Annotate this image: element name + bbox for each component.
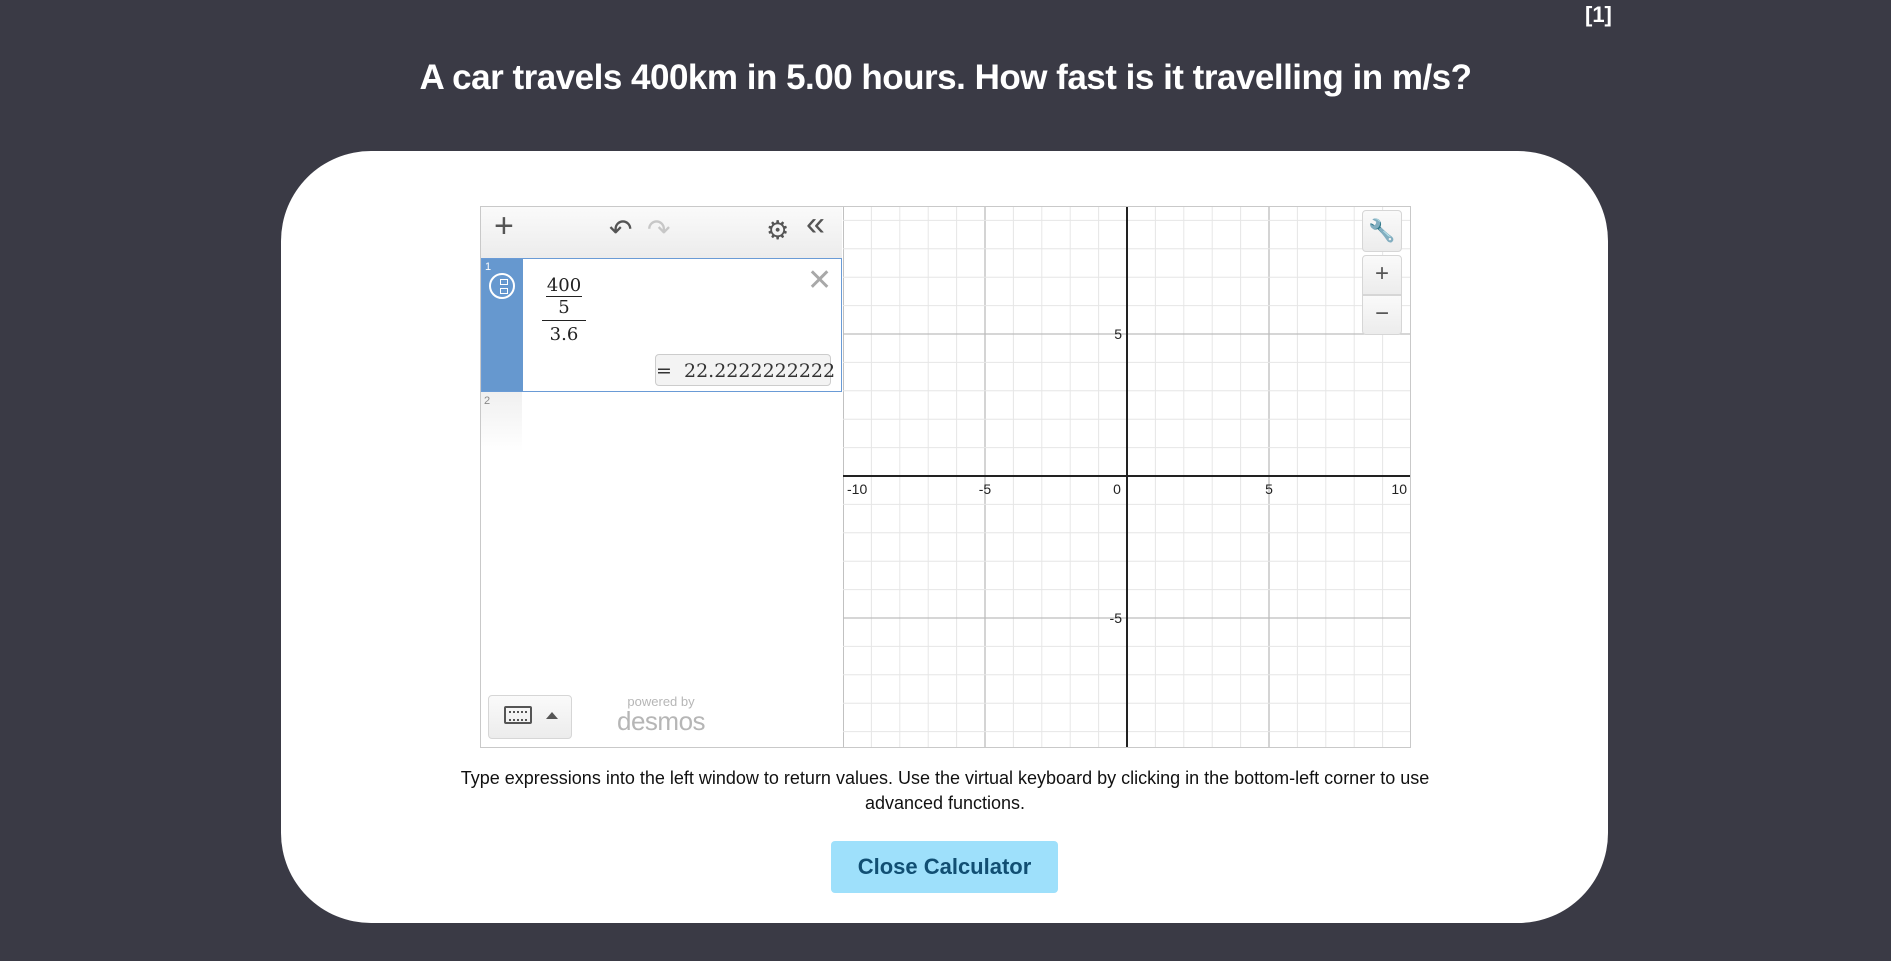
expression-result: = 22.2222222222 [655, 354, 835, 386]
delete-expression-icon[interactable]: ✕ [807, 263, 832, 298]
expression-list: + ↶ ↷ ⚙ « 1 400 5 3.6 ✕ = 22.2222222222 … [481, 207, 844, 747]
zoom-in-button[interactable]: + [1362, 255, 1402, 295]
desmos-branding: powered by desmos [617, 695, 706, 736]
redo-icon[interactable]: ↷ [647, 215, 670, 245]
expression-index: 2 [484, 395, 491, 407]
collapse-list-icon[interactable]: « [806, 207, 825, 241]
expression-math[interactable]: 400 5 3.6 [542, 275, 586, 345]
expression-toolbar: + ↶ ↷ ⚙ « [481, 207, 842, 259]
zoom-out-button[interactable]: − [1362, 295, 1402, 335]
x-tick-label: 0 [1113, 481, 1121, 497]
keyboard-icon [504, 706, 532, 724]
close-calculator-button[interactable]: Close Calculator [831, 841, 1058, 893]
undo-icon[interactable]: ↶ [609, 215, 632, 245]
expression-row[interactable]: 1 400 5 3.6 ✕ = 22.2222222222 [481, 258, 842, 392]
x-tick-label: -10 [847, 481, 867, 497]
x-tick-label: 5 [1265, 481, 1273, 497]
x-tick-label: -5 [979, 481, 992, 497]
x-tick-label: 10 [1391, 481, 1407, 497]
question-title: A car travels 400km in 5.00 hours. How f… [419, 58, 1472, 97]
denominator: 3.6 [549, 324, 579, 345]
result-value: 22.2222222222 [684, 360, 836, 382]
numerator-top: 400 [546, 275, 582, 297]
graph-canvas[interactable]: -10 -5 0 5 10 5 -5 [843, 207, 1410, 747]
graph-paper[interactable]: -10 -5 0 5 10 5 -5 🔧 + − [843, 207, 1410, 747]
expression-tab[interactable]: 1 [482, 259, 523, 391]
instructions-text: Type expressions into the left window to… [460, 768, 1430, 813]
caret-up-icon [546, 712, 558, 719]
expression-index: 1 [485, 261, 492, 273]
gear-icon[interactable]: ⚙ [766, 215, 789, 245]
desmos-logo: desmos [617, 706, 706, 736]
numerator-bottom: 5 [558, 297, 570, 318]
add-expression-button[interactable]: + [494, 209, 514, 243]
y-tick-label: -5 [1110, 610, 1123, 626]
keypad-toggle-button[interactable] [488, 695, 572, 739]
question-marks: [1] [1585, 2, 1612, 27]
empty-expression-row[interactable]: 2 [481, 392, 522, 452]
wrench-icon[interactable]: 🔧 [1362, 210, 1402, 252]
desmos-calculator: + ↶ ↷ ⚙ « 1 400 5 3.6 ✕ = 22.2222222222 … [480, 206, 1411, 748]
numeric-value-icon [489, 273, 515, 299]
y-tick-label: 5 [1114, 326, 1122, 342]
